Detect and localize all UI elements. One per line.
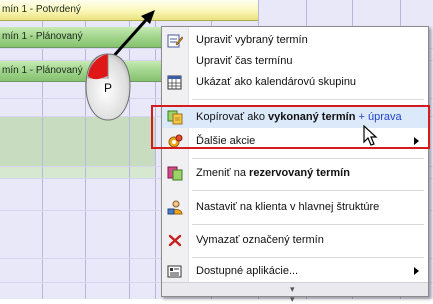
menu-separator <box>192 158 424 159</box>
menu-item-set-client[interactable]: Nastaviť na klienta v hlavnej štruktúre <box>162 197 428 218</box>
calendar-green-block-lower <box>0 166 155 178</box>
menu-item-edit-time[interactable]: Upraviť čas termínu <box>162 51 428 72</box>
event-label: mín 1 - Potvrdený <box>2 4 81 15</box>
context-menu: Upraviť vybraný termín Upraviť čas termí… <box>161 26 429 304</box>
menu-scroll-footer[interactable]: ▾ ▾ <box>162 282 428 304</box>
calendar-event-confirmed[interactable]: mín 1 - Potvrdený <box>0 0 258 21</box>
submenu-arrow-icon <box>414 267 419 275</box>
menu-separator <box>192 257 424 258</box>
calendar-grid-icon <box>167 75 182 90</box>
calendar-green-block <box>0 116 155 166</box>
delete-x-icon <box>168 234 182 247</box>
menu-item-label: Zmeniť na rezervovaný termín <box>196 167 350 179</box>
chevron-double-down-icon: ▾ ▾ <box>290 284 295 304</box>
menu-item-calendar-group[interactable]: Ukázať ako kalendárovú skupinu <box>162 72 428 93</box>
calendar-event-planned[interactable]: mín 1 - Plánovaný <box>0 61 162 82</box>
menu-item-label: Dostupné aplikácie... <box>196 265 299 277</box>
menu-item-delete[interactable]: Vymazať označený termín <box>162 230 428 251</box>
menu-item-label: Nastaviť na klienta v hlavnej štruktúre <box>196 201 380 213</box>
applications-icon <box>167 265 182 278</box>
change-document-icon <box>167 166 183 181</box>
menu-item-label: Vymazať označený termín <box>196 234 324 246</box>
menu-item-available-apps[interactable]: Dostupné aplikácie... <box>162 261 428 282</box>
menu-item-label: Upraviť čas termínu <box>196 55 293 67</box>
mouse-right-click-icon: P <box>85 53 131 121</box>
menu-separator <box>192 190 424 191</box>
mouse-cursor-icon <box>363 125 378 146</box>
menu-item-change-to-reserved[interactable]: Zmeniť na rezervovaný termín <box>162 163 428 184</box>
edit-note-icon <box>167 34 183 48</box>
menu-item-label: Upraviť vybraný termín <box>196 34 308 46</box>
menu-item-label: Ukázať ako kalendárovú skupinu <box>196 76 357 88</box>
menu-separator <box>192 224 424 225</box>
event-label: mín 1 - Plánovaný <box>2 65 83 76</box>
person-icon <box>167 200 183 215</box>
menu-item-edit-event[interactable]: Upraviť vybraný termín <box>162 30 428 51</box>
menu-separator <box>192 99 424 100</box>
event-label: mín 1 - Plánovaný <box>2 31 83 42</box>
highlight-frame <box>151 105 430 149</box>
mouse-letter: P <box>104 81 112 95</box>
